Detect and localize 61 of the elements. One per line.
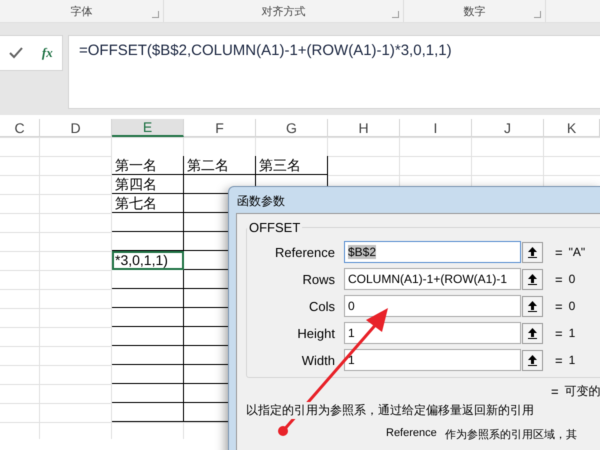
up-arrow-icon xyxy=(528,328,537,338)
argument-input[interactable]: COLUMN(A1)-1+(ROW(A1)-1 xyxy=(344,268,521,290)
up-arrow-icon xyxy=(528,300,537,312)
ribbon-group-label: 数字 xyxy=(464,4,486,18)
up-arrow-icon xyxy=(528,354,537,366)
argument-input[interactable]: 1 xyxy=(344,349,521,371)
up-arrow-icon xyxy=(528,246,537,258)
column-header[interactable]: J xyxy=(472,119,544,137)
argument-input[interactable]: $B$2 xyxy=(344,241,521,263)
collapse-button[interactable] xyxy=(522,350,543,370)
column-header[interactable]: K xyxy=(544,119,600,137)
collapse-button[interactable] xyxy=(522,268,543,290)
up-arrow-icon xyxy=(528,274,537,284)
argument-result: "A" xyxy=(568,245,586,259)
collapse-button[interactable] xyxy=(522,322,543,344)
function-description: 以指定的引用为参照系，通过给定偏移量返回新的引用 xyxy=(246,402,534,419)
argument-label: Reference xyxy=(274,244,336,260)
column-header[interactable]: G xyxy=(256,119,328,137)
insert-function-button[interactable]: fx xyxy=(42,45,53,61)
column-header[interactable]: C xyxy=(0,119,40,137)
equals-sign: = xyxy=(555,272,563,286)
argument-result: 0 xyxy=(568,272,576,286)
function-name: OFFSET xyxy=(248,220,302,235)
argument-input[interactable]: 1 xyxy=(344,322,521,344)
dialog-launcher-icon[interactable] xyxy=(534,11,541,18)
table-cell: *3,0,1,1) xyxy=(112,251,184,270)
argument-label: Width xyxy=(300,352,336,368)
argument-label: Height xyxy=(296,326,336,340)
formula-field[interactable]: =OFFSET($B$2,COLUMN(A1)-1+(ROW(A1)-1)*3,0,1,1) xyxy=(68,35,600,109)
equals-sign: = xyxy=(555,326,563,340)
formula-result: 可变的 xyxy=(564,383,600,400)
check-icon[interactable] xyxy=(9,47,24,59)
table-cell: 第二名 xyxy=(184,156,256,175)
equals-sign: = xyxy=(551,384,559,399)
table-cell: 第七名 xyxy=(112,194,184,213)
column-header[interactable]: I xyxy=(400,119,472,137)
column-header[interactable]: F xyxy=(184,119,256,137)
argument-label: Rows xyxy=(301,272,336,286)
equals-sign: = xyxy=(555,352,563,368)
table-cell: 第三名 xyxy=(256,156,328,175)
collapse-button[interactable] xyxy=(522,296,543,316)
dialog-launcher-icon[interactable] xyxy=(392,11,399,18)
table-cell: 第一名 xyxy=(112,156,184,175)
ribbon-group-label: 对齐方式 xyxy=(262,4,306,18)
dialog-title: 函数参数 xyxy=(236,193,286,210)
column-header[interactable]: H xyxy=(328,119,400,137)
argument-label: Cols xyxy=(308,298,336,314)
argument-result: 0 xyxy=(568,299,576,313)
help-argument-name: Reference xyxy=(386,427,437,441)
collapse-button[interactable] xyxy=(522,242,543,262)
argument-result: 1 xyxy=(568,353,576,367)
equals-sign: = xyxy=(555,244,563,260)
help-text: 作为参照系的引用区域，其 xyxy=(444,428,577,442)
table-cell: 第四名 xyxy=(112,175,184,194)
dialog-launcher-icon[interactable] xyxy=(152,11,159,18)
argument-input[interactable]: 0 xyxy=(344,295,521,317)
column-header[interactable]: D xyxy=(40,119,112,137)
argument-result: 1 xyxy=(568,326,576,340)
column-header[interactable]: E xyxy=(112,119,184,137)
ribbon-group-label: 字体 xyxy=(70,4,92,18)
equals-sign: = xyxy=(555,298,563,314)
